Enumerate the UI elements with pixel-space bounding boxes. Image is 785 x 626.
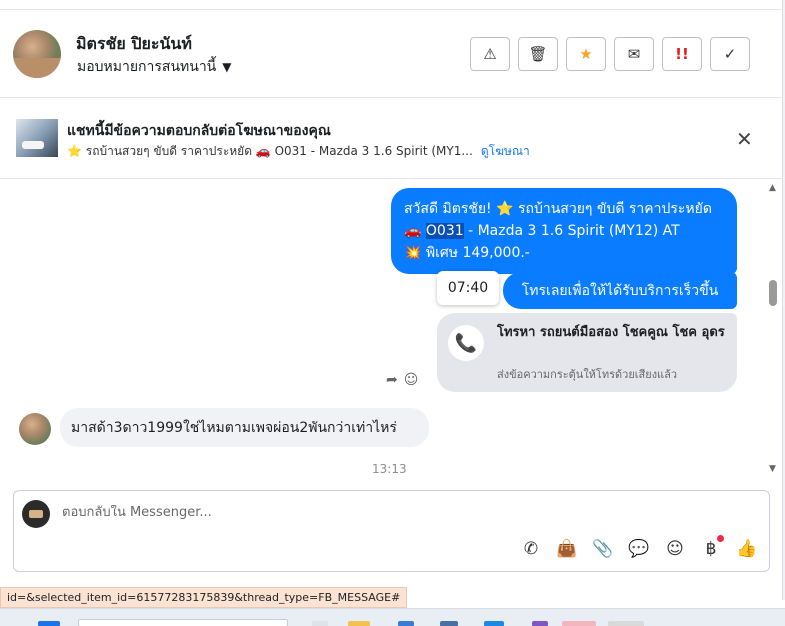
taskbar-app-icon[interactable] [484, 621, 504, 626]
check-icon: ✓ [723, 45, 737, 63]
view-ad-link[interactable]: ดูโฆษณา [481, 144, 530, 158]
time-tooltip: 07:40 [437, 271, 499, 305]
notification-dot [717, 535, 724, 542]
page-avatar [22, 500, 50, 528]
star-button[interactable]: ★ [566, 37, 606, 71]
top-strip [0, 0, 782, 10]
emoji-icon[interactable]: ☺ [664, 539, 686, 559]
taskbar-app-icon[interactable] [608, 621, 644, 626]
caret-down-icon: ▼ [222, 60, 232, 74]
scroll-up-arrow[interactable]: ▲ [769, 183, 776, 193]
assign-conversation-dropdown[interactable]: มอบหมายการสนทนานี้ ▼ [77, 56, 231, 78]
message-text: - Mazda 3 1.6 Spirit (MY12) AT [463, 223, 680, 239]
call-card-subtitle: ส่งข้อความกระตุ้นให้โทรด้วยเสียงแล้ว [497, 368, 678, 381]
reply-input[interactable] [62, 505, 562, 520]
scroll-down-arrow[interactable]: ▼ [769, 464, 776, 474]
delete-button[interactable]: 🗑 [518, 37, 558, 71]
header-actions: ⚠ 🗑 ★ ✉ !! ✓ [470, 37, 750, 71]
call-card-title: โทรหา รถยนต์มือสอง โชคคูณ โชค อุดร [497, 325, 725, 340]
warning-icon: ⚠ [483, 45, 497, 63]
phone-icon: 📞 [448, 325, 484, 361]
message-line: 🚗 O031 - Mazda 3 1.6 Spirit (MY12) AT [404, 220, 725, 242]
taskbar-app-icon[interactable] [312, 621, 328, 626]
taskbar [0, 608, 785, 626]
message-timestamp: 13:13 [372, 462, 407, 476]
mail-icon: ✉ [627, 45, 641, 63]
ad-banner-title: แชทนี้มีข้อความตอบกลับต่อโฆษณาของคุณ [67, 123, 331, 139]
chat-bubble-icon[interactable]: 💬 [628, 539, 650, 559]
outgoing-message-bubble[interactable]: สวัสดี มิตรชัย! ⭐ รถบ้านสวยๆ ขับดี ราคาป… [391, 188, 737, 274]
taskbar-app-icon[interactable] [532, 621, 548, 626]
reply-composer: ✆ 👜 📎 💬 ☺ ฿ 👍 [13, 490, 770, 572]
ad-text: ⭐ รถบ้านสวยๆ ขับดี ราคาประหยัด 🚗 O031 - … [67, 144, 473, 158]
ad-banner-line: ⭐ รถบ้านสวยๆ ขับดี ราคาประหยัด 🚗 O031 - … [67, 142, 530, 161]
message-line: สวัสดี มิตรชัย! ⭐ รถบ้านสวยๆ ขับดี ราคาป… [404, 201, 712, 217]
mark-spam-button[interactable]: ⚠ [470, 37, 510, 71]
car-emoji: 🚗 [404, 223, 426, 239]
folder-icon[interactable] [348, 621, 370, 626]
call-add-icon[interactable]: ✆ [520, 539, 542, 559]
composer-tools: ✆ 👜 📎 💬 ☺ ฿ 👍 [520, 535, 758, 559]
attachment-icon[interactable]: 📎 [592, 539, 614, 559]
message-actions: ➦ ☺ [386, 372, 418, 388]
thumbs-up-icon[interactable]: 👍 [736, 539, 758, 559]
baht-icon[interactable]: ฿ [700, 535, 724, 559]
message-line: 💥 พิเศษ 149,000.- [404, 245, 530, 261]
trash-icon: 🗑 [528, 45, 548, 63]
status-bar-url: id=&selected_item_id=61577283175839&thre… [0, 587, 408, 608]
outgoing-message-bubble[interactable]: โทรเลยเพื่อให้ได้รับบริการเร็วขึ้น [503, 272, 737, 309]
taskbar-search[interactable] [78, 619, 288, 626]
ad-thumbnail [16, 119, 58, 157]
mark-done-button[interactable]: ✓ [710, 37, 750, 71]
message-thread[interactable]: ▲ ▼ สวัสดี มิตรชัย! ⭐ รถบ้านสวยๆ ขับดี ร… [0, 180, 782, 480]
avatar[interactable] [13, 30, 61, 78]
emoji-react-icon[interactable]: ☺ [404, 372, 419, 388]
follow-up-button[interactable]: !! [662, 37, 702, 71]
conversation-header: มิตรชัย ปิยะนันท์ มอบหมายการสนทนานี้ ▼ ⚠ … [0, 10, 782, 98]
assign-label: มอบหมายการสนทนานี้ [77, 59, 217, 75]
close-icon[interactable]: ✕ [736, 127, 753, 151]
star-icon: ★ [579, 45, 593, 63]
contact-name[interactable]: มิตรชัย ปิยะนันท์ [76, 32, 192, 57]
urgent-icon: !! [675, 45, 689, 63]
reply-icon[interactable]: ➦ [386, 372, 398, 388]
taskbar-app-icon[interactable] [398, 621, 414, 626]
taskbar-app-icon[interactable] [440, 621, 458, 626]
line-app-icon[interactable] [562, 621, 596, 626]
scrollbar-thumb[interactable] [769, 280, 777, 306]
start-icon[interactable] [38, 621, 60, 626]
avatar[interactable] [19, 413, 51, 445]
shopping-bag-icon[interactable]: 👜 [556, 539, 578, 559]
incoming-message-bubble[interactable]: มาสด้า3ดาว1999ใช่ไหมตามเพจผ่อน2พันกว่าเท… [60, 408, 429, 447]
highlighted-text: O031 [425, 223, 464, 239]
ad-reply-banner: แชทนี้มีข้อความตอบกลับต่อโฆษณาของคุณ ⭐ ร… [0, 99, 782, 179]
mark-unread-button[interactable]: ✉ [614, 37, 654, 71]
call-prompt-card[interactable]: 📞 โทรหา รถยนต์มือสอง โชคคูณ โชค อุดร ส่ง… [437, 313, 737, 392]
